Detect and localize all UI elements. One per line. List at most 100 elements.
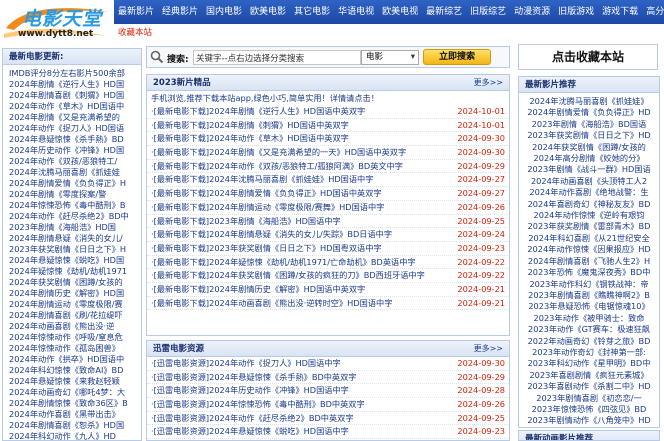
row-title-link[interactable]: ·[迅雷电影资源]2024年悬疑惊悚《杀手熱》BD中英双字 <box>151 372 357 382</box>
list-item[interactable]: 2023年悬疑恐怖《电锯惊魂10》 <box>522 301 656 312</box>
row-title-link[interactable]: ·[最新电影下载]2024年剧情运动《零度极限/赛舞》HD国语中字 <box>151 202 384 212</box>
table-row[interactable]: ·[迅雷电影资源]2024年历史动作《冲锋》HD国语中字 2024-09-28 <box>147 384 509 399</box>
row-title-link[interactable]: ·[最新电影下载]2024年剧情爱情《负负得正》HD国语中英双字 <box>151 188 382 198</box>
list-item[interactable]: 2024年剧情《逆行人生》HD国 <box>9 79 141 90</box>
list-item[interactable]: 2024年惊悚动作《呼吸/窒息危 <box>9 332 141 343</box>
row-title-link[interactable]: ·[最新电影下载]2024年剧情历史《解密》HD国语中英双字 <box>151 284 365 294</box>
list-item[interactable]: 2023年获奖剧情《日日之下》HD <box>522 130 656 141</box>
row-title-link[interactable]: ·[最新电影下载]2024年动作《草木》HD国语中英双字 <box>151 133 349 143</box>
list-item[interactable]: 2023年剧情喜剧《瞧瞧神啊2》B <box>522 290 656 301</box>
list-item[interactable]: 2024年剧情悬疑《消失的女儿/ <box>9 233 141 244</box>
list-item[interactable]: 2023年恐怖《魔鬼深夜秀》BD中 <box>522 267 656 278</box>
row-title-link[interactable]: ·[最新电影下载]2024年沈腾马丽喜剧《抓娃娃》HD国语中字 <box>151 174 373 184</box>
search-button[interactable]: 立即搜索 <box>423 49 491 65</box>
table-row[interactable]: ·[迅雷电影资源]2024年惊悚恐怖《毒中酷刑》BD中英双字 2024-09-26 <box>147 398 509 412</box>
latest-more-link[interactable]: 更多>> <box>474 75 503 91</box>
table-row[interactable]: ·[最新电影下载]2024年动作《草木》HD国语中英双字 2024-09-30 <box>147 132 509 147</box>
list-item[interactable]: 2024年惊悚恐怖《毒中酷刑》B <box>9 200 141 211</box>
list-item[interactable]: 2024年剧情爱情《负负得正》HD <box>522 107 656 118</box>
list-item[interactable]: 2023年科幻动作《星甲明》BD中 <box>522 358 656 369</box>
list-item[interactable]: 2024年剧情历史《解密》HD国 <box>9 288 141 299</box>
nav-chinese-tv[interactable]: 华语电视 <box>338 0 374 24</box>
list-item[interactable]: 2024年悬疑惊悚《杀手熱》BD <box>9 134 141 145</box>
list-item[interactable]: 2024年动画奇幻《哪吒4梦：大 <box>9 387 141 398</box>
list-item[interactable]: 2024年剧情喜剧《飞驰人生2》H <box>522 256 656 267</box>
row-title-link[interactable]: ·[最新电影下载]2024年剧情《逆行人生》HD国语中英双字 <box>151 106 365 116</box>
list-item[interactable]: 2024年科幻动作《九人》HD <box>9 431 141 440</box>
list-item[interactable]: 2024年惊悚动作《孤岛困兽》 <box>9 343 141 354</box>
list-item[interactable]: 2024年动画喜剧《熊出没·逆 <box>9 321 141 332</box>
list-item[interactable]: 2023年剧情《战斗一群》HD国语 <box>522 164 656 175</box>
table-row[interactable]: ·[迅雷电影资源]2024年悬疑惊悚《杀手熱》BD中英双字 2024-09-29 <box>147 371 509 385</box>
table-row[interactable]: ·[最新电影下载]2023年剧情《海船浩》HD国语中字 2024-09-25 <box>147 215 509 229</box>
nav-latest[interactable]: 最新影片 <box>118 0 154 24</box>
row-title-link[interactable]: ·[迅雷电影资源]2024年动作《赶尽杀绝2》BD中英双字 <box>151 413 354 423</box>
table-row[interactable]: ·[最新电影下载]2024年剧情运动《零度极限/赛舞》HD国语中字 2024-09… <box>147 201 509 215</box>
nav-anime[interactable]: 动漫资源 <box>514 0 550 24</box>
list-item[interactable]: 2024年高分剧情《姣她的分》 <box>522 153 656 164</box>
list-item[interactable]: 2023年剧情喜剧《初恋恋/一 <box>522 393 656 404</box>
table-row[interactable]: ·[最新电影下载]2024年剧情历史《解密》HD国语中英双字 2024-09-21 <box>147 283 509 297</box>
list-item[interactable]: 2024年剧情喜剧《刺猬》HD国 <box>9 90 141 101</box>
list-item[interactable]: 2024年动作喜剧《绝地战警：生 <box>522 187 656 198</box>
bookmark-button[interactable]: 点击收藏本站 <box>518 44 658 70</box>
table-row[interactable]: ·[最新电影下载]2023年获奖剧情《日日之下》HD国粤双语中字 2024-09-… <box>147 242 509 256</box>
table-row[interactable]: ·[迅雷电影资源]2024年动作《赶尽杀绝2》BD中英双字 2024-09-25 <box>147 412 509 426</box>
list-item[interactable]: 2023年获奖剧情《雷部青木》BD <box>522 221 656 232</box>
list-item[interactable]: 2024年剧情爱情《负负得正》H <box>9 178 141 189</box>
nav-variety[interactable]: 最新综艺 <box>426 0 462 24</box>
table-row[interactable]: ·[最新电影下载]2024年沈腾马丽喜剧《抓娃娃》HD国语中字 2024-09-2… <box>147 173 509 188</box>
nav-classic[interactable]: 经典影片 <box>162 0 198 24</box>
list-item[interactable]: 2023年动作《被甲骑士：致命 <box>522 313 656 324</box>
app-notice[interactable]: 手机浏览,推荐下载本站app,绿色小巧,简单实用！详情请点击！ <box>147 91 509 105</box>
list-item[interactable]: 2024年沈腾马丽喜剧《抓娃娃》 <box>522 96 656 107</box>
list-item[interactable]: 2023年剧情《海船浩》BD国语 <box>522 119 656 130</box>
row-title-link[interactable]: ·[最新电影下载]2024年剧情《又是充满希望的一天》HD国语中英双字 <box>151 147 406 157</box>
list-item[interactable]: 2024年动作《赶尽杀绝2》BD中 <box>9 211 141 222</box>
list-item[interactable]: 2022年动画奇幻《铃芽之旅》BD <box>522 336 656 347</box>
table-row[interactable]: ·[最新电影下载]2024年动作《双孩/恶狼特工/孤狼阿满》BD英文中字 2024… <box>147 160 509 174</box>
list-item[interactable]: 2023年剧情动作《八角笼中》HD <box>522 415 656 426</box>
category-select[interactable]: 电影 ▾ <box>361 50 419 65</box>
list-item[interactable]: 2023年喜剧剧情《疯狂元素城》 <box>522 370 656 381</box>
list-item[interactable]: 2024年剧情《又是充满希望的 <box>9 112 141 123</box>
nav-western[interactable]: 欧美电影 <box>250 0 286 24</box>
row-title-link[interactable]: ·[最新电影下载]2024年剧情《刺猬》HD国语中英双字 <box>151 120 349 130</box>
row-title-link[interactable]: ·[最新电影下载]2023年获奖剧情《日日之下》HD国粤双语中字 <box>151 243 382 253</box>
row-title-link[interactable]: ·[迅雷电影资源]2024年动作《捉刀人》HD国语中字 <box>151 358 341 368</box>
list-item[interactable]: 2024年悬疑惊悚《来救赵轻颖 <box>9 376 141 387</box>
table-row[interactable]: ·[最新电影下载]2024年获奖剧情《困蹲/女孩的疯狂的刀》BD西班牙语中字 20… <box>147 269 509 283</box>
list-item[interactable]: 2024年动画喜剧《头顶特工人2 <box>522 176 656 187</box>
subnav-bookmark-link[interactable]: 收藏本站 <box>118 28 152 38</box>
row-title-link[interactable]: ·[迅雷电影资源]2024年悬疑惊悚《蜕吃》HD国语中字 <box>151 426 349 436</box>
list-item[interactable]: 2023年惊悚恐怖《四弦见》BD <box>522 404 656 415</box>
table-row[interactable]: ·[最新电影下载]2024年剧情悬疑《消失的女儿/失踪》BD日语中字 2024-0… <box>147 228 509 242</box>
list-item[interactable]: 2024年剧情《零度探案/警 <box>9 189 141 200</box>
list-item[interactable]: 2024年喜剧奇幻《神秘友友》BD <box>522 199 656 210</box>
table-row[interactable]: ·[最新电影下载]2024年剧情《又是充满希望的一天》HD国语中英双字 2024-… <box>147 146 509 160</box>
list-item[interactable]: 2024年剧情喜剧《刷/花拉缇吓 <box>9 310 141 321</box>
list-item[interactable]: 2023年剧情《海船浩》HD国 <box>9 222 141 233</box>
nav-other[interactable]: 其它电影 <box>294 0 330 24</box>
nav-domestic[interactable]: 国内电影 <box>206 0 242 24</box>
row-title-link[interactable]: ·[最新电影下载]2024年剧情悬疑《消失的女儿/失踪》BD日语中字 <box>151 229 392 239</box>
list-item[interactable]: 2023年获奖剧情《日日之下》H <box>9 244 141 255</box>
row-title-link[interactable]: ·[迅雷电影资源]2024年惊悚恐怖《毒中酷刑》BD中英双字 <box>151 399 365 409</box>
list-item[interactable]: 2024年剧情惊悚《致命36区》B <box>9 398 141 409</box>
table-row[interactable]: ·[最新电影下载]2024年动画喜剧《熊出没·逆转时空》HD国语中字 2024-0… <box>147 297 509 311</box>
list-item[interactable]: 2024年动作惊悚《逆岭有艰钧 <box>522 210 656 221</box>
table-row[interactable]: ·[迅雷电影资源]2024年悬疑惊悚《蜕吃》HD国语中字 2024-09-23 <box>147 425 509 440</box>
nav-game-download[interactable]: 游戏下载 <box>602 0 638 24</box>
list-item[interactable]: 2024年悬疑惊悚《蜕吃》HD国 <box>9 255 141 266</box>
thunder-more-link[interactable]: 更多>> <box>474 341 503 357</box>
list-item[interactable]: 2024年动作《捉刀人》HD国语 <box>9 123 141 134</box>
list-item[interactable]: 2024年动作《拱卒》HD国语中 <box>9 354 141 365</box>
list-item[interactable]: 2024年获奖剧情《困蹲/女孩的 <box>522 142 656 153</box>
list-item[interactable]: 2023年动作《GT赛车：极速狂飙 <box>522 324 656 335</box>
list-item[interactable]: 2024年获奖剧情《困蹲/女孩的 <box>9 277 141 288</box>
row-title-link[interactable]: ·[最新电影下载]2024年动画喜剧《熊出没·逆转时空》HD国语中字 <box>151 298 392 308</box>
row-title-link[interactable]: ·[迅雷电影资源]2024年历史动作《冲锋》HD国语中字 <box>151 385 349 395</box>
list-item[interactable]: 2024年动作惊悚《因果报应》HD <box>522 244 656 255</box>
list-item[interactable]: 2024年动作《双孩/恶狼特工/ <box>9 156 141 167</box>
nav-old-games[interactable]: 旧版游戏 <box>558 0 594 24</box>
